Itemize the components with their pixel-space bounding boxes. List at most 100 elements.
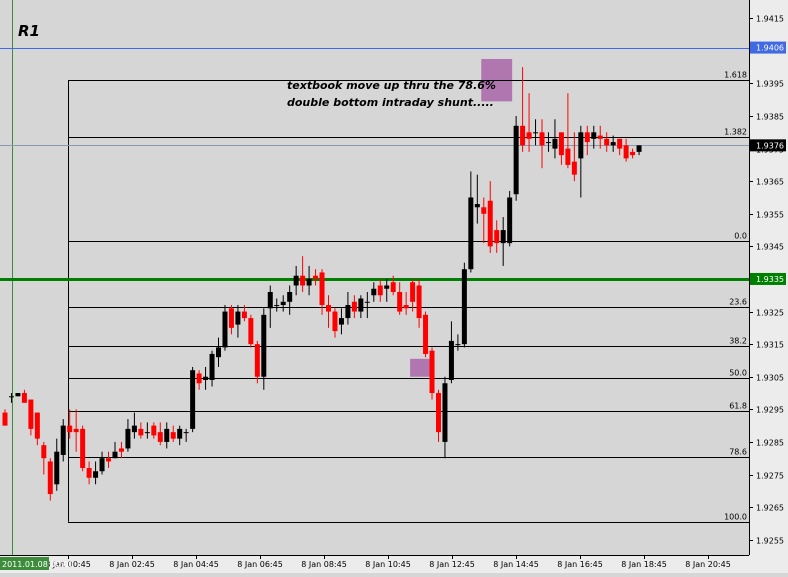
price-chart[interactable]: 1.618 1.382 0.0 23.6 38.2 50.0 61.8 78.6 100.0 te… xyxy=(0,0,788,573)
x-tick-label: 8 Jan 18:45 xyxy=(621,560,667,569)
candle-body xyxy=(384,285,390,289)
candle-body xyxy=(267,292,273,309)
y-tick-label: 1.9325 xyxy=(756,309,784,318)
candle-body xyxy=(118,448,124,452)
candle-body xyxy=(377,285,383,296)
candle-body xyxy=(228,308,234,328)
y-tick-label: 1.9365 xyxy=(756,178,784,187)
candle-body xyxy=(99,458,105,472)
candle-body xyxy=(86,467,92,478)
current-price-line-tag-label: 1.9376 xyxy=(756,141,784,150)
candle-body xyxy=(177,428,183,439)
fib-level-label: 23.6 xyxy=(729,298,747,307)
candle-body xyxy=(319,272,325,306)
candle-body xyxy=(151,425,157,436)
candle-body xyxy=(326,305,331,312)
y-tick-label: 1.9265 xyxy=(756,504,784,513)
y-tick-label: 1.9285 xyxy=(756,439,784,448)
candle-body xyxy=(636,145,642,152)
candle-body xyxy=(54,451,60,485)
candle-body xyxy=(500,230,506,244)
candle-body xyxy=(526,132,532,139)
candle-body xyxy=(313,275,319,279)
candle-body xyxy=(80,428,86,468)
green-line-tag-label: 1.9335 xyxy=(756,275,784,284)
candle-body xyxy=(448,340,454,380)
y-tick-label: 1.9355 xyxy=(756,211,784,220)
candle-body xyxy=(435,393,441,433)
candle-body xyxy=(138,428,144,436)
candle-body xyxy=(345,305,351,319)
candle-body xyxy=(254,344,260,377)
fib-level-label: 78.6 xyxy=(729,448,747,457)
candle-body xyxy=(15,393,21,397)
candle-body xyxy=(416,285,422,319)
candle-body xyxy=(300,275,306,286)
candle-body xyxy=(235,311,241,325)
candle-body xyxy=(610,142,616,146)
fib-level-label: 61.8 xyxy=(729,402,747,411)
x-tick-label: 8 Jan 10:45 xyxy=(365,560,411,569)
candle-body xyxy=(73,428,79,433)
y-tick-label: 1.9305 xyxy=(756,374,784,383)
candle-body xyxy=(364,301,370,303)
fib-level-label: 100.0 xyxy=(724,513,747,522)
candle-body xyxy=(468,197,474,270)
y-tick-label: 1.9385 xyxy=(756,113,784,122)
candle-body xyxy=(578,132,584,159)
chart-canvas[interactable]: 1.618 1.382 0.0 23.6 38.2 50.0 61.8 78.6 100.0 te… xyxy=(0,0,788,573)
candle-body xyxy=(507,197,513,244)
candle-body xyxy=(533,132,539,134)
symbol-label: R1 xyxy=(18,22,40,40)
candle-body xyxy=(261,314,267,377)
candle-body xyxy=(131,425,137,433)
candle-body xyxy=(630,151,636,156)
candle-body xyxy=(41,445,47,459)
y-tick-label: 1.9415 xyxy=(756,15,784,24)
candle-body xyxy=(455,344,461,346)
candle-body xyxy=(280,301,286,306)
candle-body xyxy=(474,204,480,208)
candle-body xyxy=(8,396,14,398)
fib-level-label: 50.0 xyxy=(729,369,747,378)
candle-body xyxy=(461,269,467,345)
candle-body xyxy=(597,135,603,139)
candle-body xyxy=(494,230,500,244)
x-tick-label: 8 Jan 08:45 xyxy=(301,560,347,569)
x-tick-label: 8 Jan 04:45 xyxy=(173,560,219,569)
fib-level-label: 38.2 xyxy=(729,337,747,346)
candle-body xyxy=(552,138,558,149)
x-tick-label: 8 Jan 12:45 xyxy=(429,560,475,569)
x-tick-label: 8 Jan 02:45 xyxy=(109,560,155,569)
candle-body xyxy=(287,292,293,302)
candle-body xyxy=(332,311,338,332)
y-tick-label: 1.9345 xyxy=(756,243,784,252)
candle-body xyxy=(351,301,357,312)
y-tick-label: 1.9255 xyxy=(756,537,784,546)
candle-body xyxy=(403,305,409,309)
candle-body xyxy=(164,428,170,442)
candle-body xyxy=(397,292,403,312)
y-tick-label: 1.9395 xyxy=(756,80,784,89)
candle-body xyxy=(125,428,131,449)
candle-body xyxy=(112,451,118,459)
candle-body xyxy=(67,425,73,433)
x-tick-label: 8 Jan 14:45 xyxy=(493,560,539,569)
x-tick-label: 8 Jan 20:45 xyxy=(685,560,731,569)
cursor-time-label: 2011.01.08 00:00 xyxy=(2,560,73,569)
candle-body xyxy=(196,373,202,384)
annotation-line-1: textbook move up thru the 78.6% xyxy=(287,79,496,92)
candle-body xyxy=(157,432,163,442)
candle-body xyxy=(539,132,545,146)
candle-body xyxy=(93,471,99,478)
candle-body xyxy=(306,278,312,286)
candle-body xyxy=(429,350,435,394)
fib-level-label: 1.382 xyxy=(724,128,747,137)
candle-body xyxy=(604,138,610,146)
candle-body xyxy=(209,353,215,380)
candle-body xyxy=(293,275,299,286)
candle-body xyxy=(558,132,564,156)
candle-body xyxy=(34,412,40,439)
candle-body xyxy=(2,412,8,426)
y-tick-label: 1.9295 xyxy=(756,406,784,415)
